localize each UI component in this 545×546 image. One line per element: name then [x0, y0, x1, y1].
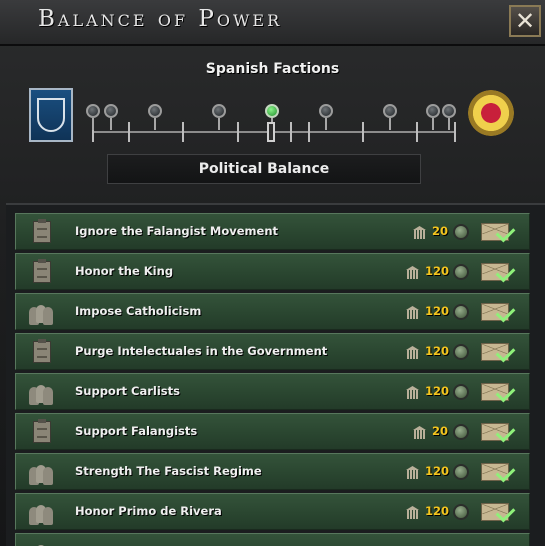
balance-pin[interactable]: [86, 104, 100, 130]
status-indicator: [453, 464, 469, 480]
decision-label: Purge Intelectuales in the Government: [75, 344, 328, 358]
decision-label: Strength The Fascist Regime: [75, 464, 262, 478]
decision-cost: 120: [425, 344, 450, 358]
people-icon: [29, 539, 53, 546]
status-indicator: [453, 224, 469, 240]
confirm-envelope-button[interactable]: [481, 261, 516, 285]
decision-list[interactable]: Ignore the Falangist Movement 20 Honor t…: [6, 203, 545, 546]
decision-row[interactable]: Impose Catholicism 120: [15, 293, 530, 330]
factions-title: Spanish Factions: [205, 61, 340, 77]
people-icon: [29, 379, 53, 405]
decision-cost: 120: [425, 384, 450, 398]
decision-row-partial[interactable]: [15, 533, 530, 546]
clipboard-icon: [29, 339, 53, 365]
title-bar: Balance of Power ✕: [0, 0, 545, 46]
decision-row[interactable]: Purge Intelectuales in the Government 12…: [15, 333, 530, 370]
political-power-icon: [406, 386, 419, 399]
track-tick: [308, 122, 310, 142]
status-indicator: [453, 424, 469, 440]
political-power-icon: [413, 426, 426, 439]
balance-pin-active[interactable]: [265, 104, 279, 130]
balance-pin[interactable]: [426, 104, 440, 130]
decision-label: Honor Primo de Rivera: [75, 504, 222, 518]
balance-of-power-window: Balance of Power ✕ Spanish Factions Poli…: [0, 0, 545, 546]
decision-cost: 120: [425, 264, 450, 278]
window-title: Balance of Power: [38, 6, 283, 32]
track-tick: [290, 122, 292, 142]
political-power-icon: [406, 346, 419, 359]
confirm-envelope-button[interactable]: [481, 461, 516, 485]
confirm-envelope-button[interactable]: [481, 341, 516, 365]
balance-pin[interactable]: [442, 104, 456, 130]
decision-label: Ignore the Falangist Movement: [75, 224, 279, 238]
people-icon: [29, 499, 53, 525]
track-tick: [182, 122, 184, 142]
sacred-heart-sun-emblem: [468, 90, 514, 136]
decision-row[interactable]: Support Carlists 120: [15, 373, 530, 410]
confirm-envelope-button[interactable]: [481, 221, 516, 245]
confirm-envelope-button[interactable]: [481, 501, 516, 525]
carlist-faction-icon: [466, 86, 518, 146]
decision-row[interactable]: Ignore the Falangist Movement 20: [15, 213, 530, 250]
decision-row[interactable]: Honor the King 120: [15, 253, 530, 290]
balance-pin[interactable]: [104, 104, 118, 130]
status-indicator: [453, 344, 469, 360]
people-icon: [29, 299, 53, 325]
political-power-icon: [406, 506, 419, 519]
confirm-envelope-button[interactable]: [481, 381, 516, 405]
decision-cost: 120: [425, 464, 450, 478]
track-tick: [362, 122, 364, 142]
political-balance-label: Political Balance: [107, 154, 421, 184]
political-power-icon: [406, 466, 419, 479]
close-button[interactable]: ✕: [509, 5, 541, 37]
confirm-envelope-button[interactable]: [481, 301, 516, 325]
status-indicator: [453, 264, 469, 280]
political-power-icon: [413, 226, 426, 239]
decision-row[interactable]: Strength The Fascist Regime 120: [15, 453, 530, 490]
track-tick: [128, 122, 130, 142]
balance-pin[interactable]: [319, 104, 333, 130]
political-power-icon: [406, 266, 419, 279]
falange-faction-icon: [29, 88, 73, 142]
decision-label: Support Carlists: [75, 384, 180, 398]
track-tick: [454, 122, 456, 142]
status-indicator: [453, 304, 469, 320]
decision-cost: 20: [432, 224, 449, 238]
decision-row[interactable]: Honor Primo de Rivera 120: [15, 493, 530, 530]
decision-cost: 120: [425, 504, 450, 518]
decision-row[interactable]: Support Falangists 20: [15, 413, 530, 450]
balance-indicator: [267, 122, 275, 142]
clipboard-icon: [29, 259, 53, 285]
status-indicator: [453, 504, 469, 520]
decision-cost: 120: [425, 304, 450, 318]
decision-label: Support Falangists: [75, 424, 198, 438]
decision-cost: 20: [432, 424, 449, 438]
political-power-icon: [406, 306, 419, 319]
status-indicator: [453, 384, 469, 400]
track-tick: [237, 122, 239, 142]
clipboard-icon: [29, 419, 53, 445]
yoke-arrows-emblem: [37, 98, 65, 132]
clipboard-icon: [29, 219, 53, 245]
confirm-envelope-button[interactable]: [481, 421, 516, 445]
track-tick: [416, 122, 418, 142]
decision-label: Honor the King: [75, 264, 174, 278]
balance-pin[interactable]: [148, 104, 162, 130]
balance-pin[interactable]: [212, 104, 226, 130]
balance-track: [86, 104, 456, 144]
balance-pin[interactable]: [383, 104, 397, 130]
decision-label: Impose Catholicism: [75, 304, 202, 318]
people-icon: [29, 459, 53, 485]
